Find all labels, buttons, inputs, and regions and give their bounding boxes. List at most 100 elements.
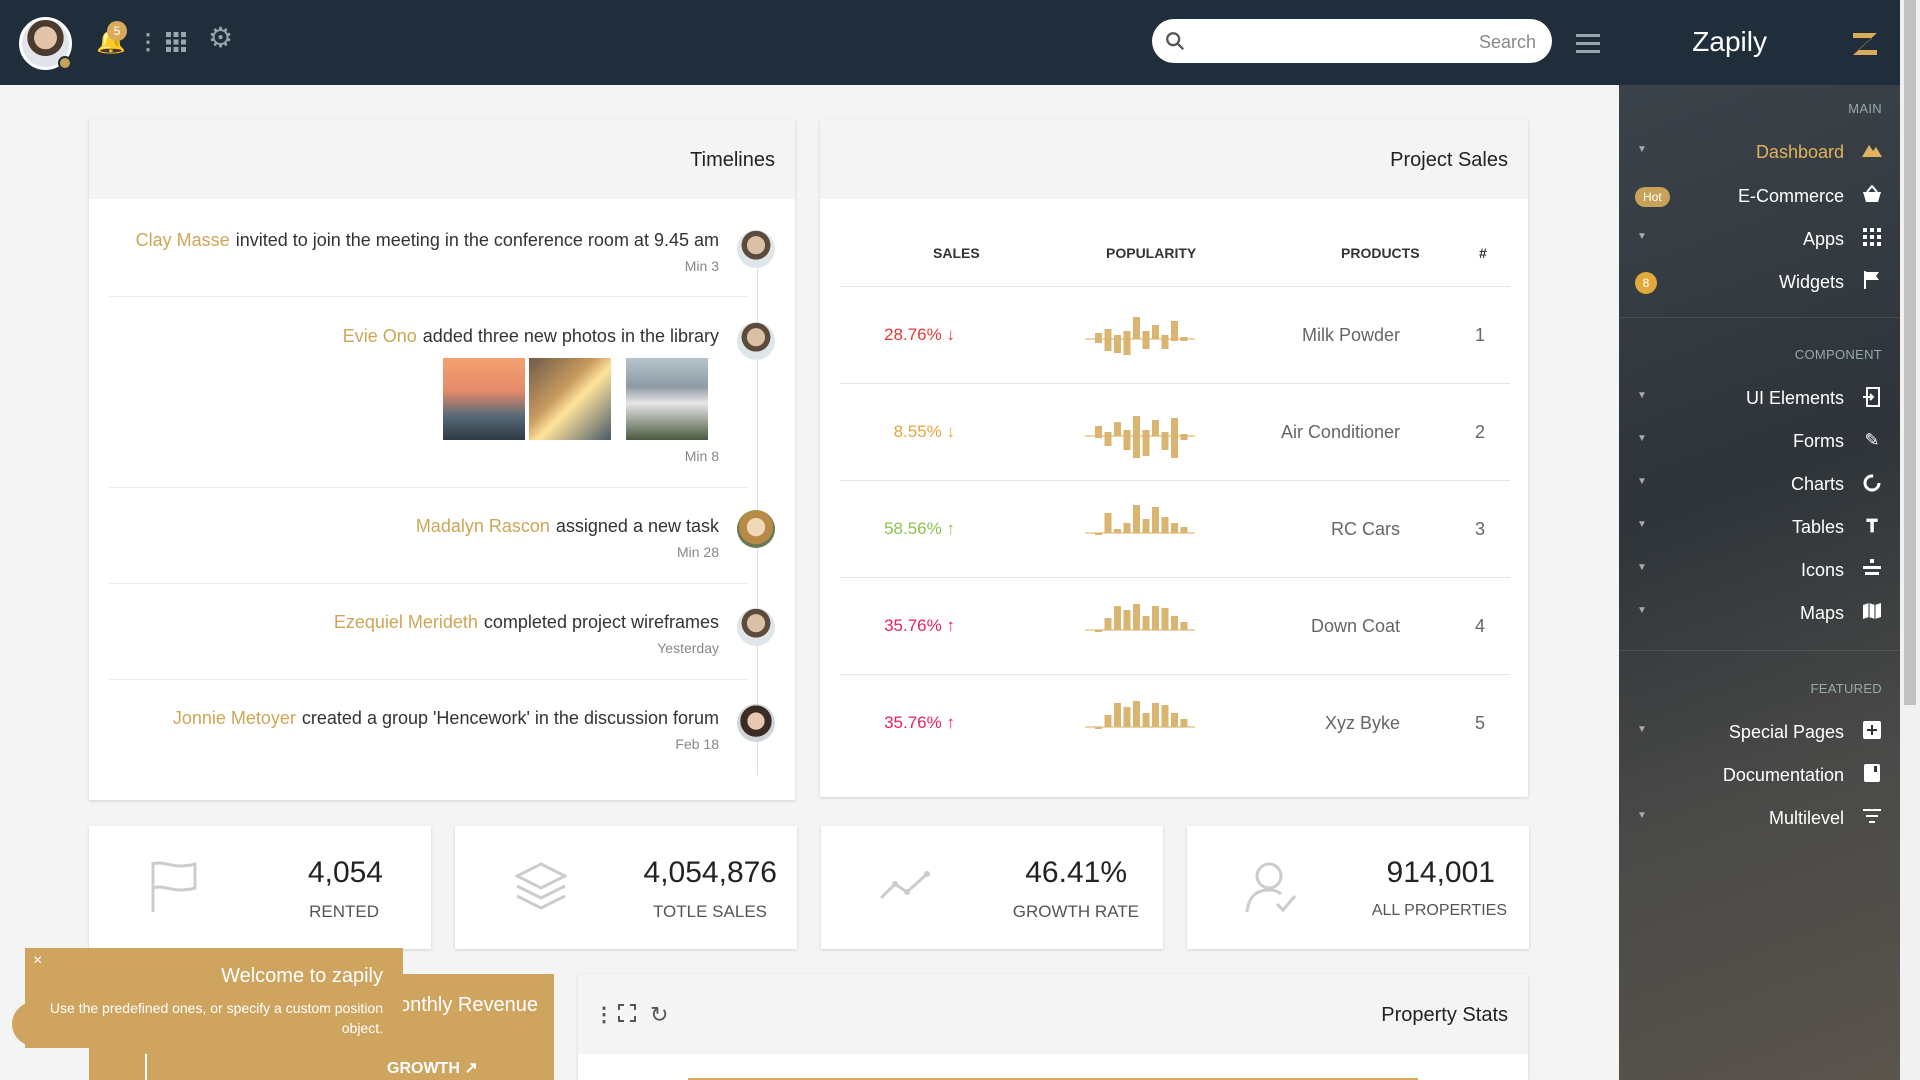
- welcome-toast: × Welcome to zapily Use the predefined o…: [25, 948, 403, 1048]
- photo-thumbnail[interactable]: [626, 358, 708, 440]
- table-row[interactable]: 58.56% ↑ RC Cars 3: [840, 480, 1510, 577]
- sidebar-item-apps[interactable]: ▼ Apps: [1619, 220, 1900, 260]
- product-name: Air Conditioner: [1281, 422, 1400, 443]
- stat-value: 4,054: [308, 856, 383, 890]
- column-header-sales[interactable]: SALES: [933, 245, 980, 261]
- stat-value: 914,001: [1387, 856, 1495, 890]
- timeline-time: Yesterday: [657, 640, 719, 656]
- sparkline-bar: [1143, 616, 1150, 630]
- sales-percent: 28.76% ↓: [884, 325, 955, 345]
- trending-up-icon: ↗: [464, 1060, 477, 1077]
- sparkline-bar: [1162, 705, 1169, 727]
- sparkline-bar: [1181, 622, 1188, 630]
- card-title: Property Stats: [1381, 1004, 1508, 1027]
- sidebar-item-icons[interactable]: ▼ Icons: [1619, 551, 1900, 591]
- sparkline-bar: [1171, 713, 1178, 727]
- sidebar-item-widgets[interactable]: 8 Widgets: [1619, 263, 1900, 303]
- timeline-time: Min 8: [685, 448, 719, 464]
- sparkline-bar: [1105, 513, 1112, 533]
- stat-card-rented: 4,054 RENTED: [89, 826, 431, 949]
- sidebar-item-tables[interactable]: ▼ Tables 𝐓: [1619, 508, 1900, 548]
- gear-icon[interactable]: ⚙: [208, 26, 233, 50]
- more-vertical-icon[interactable]: ⋮: [594, 1002, 614, 1027]
- text-size-icon: 𝐓: [1862, 516, 1882, 536]
- right-sidebar: MAIN ▼ Dashboard Hot E-Commerce ▼ Apps 8…: [1619, 85, 1900, 1080]
- sidebar-item-special-pages[interactable]: ▼ Special Pages: [1619, 713, 1900, 753]
- chart-axis-line: [145, 1054, 147, 1080]
- user-avatar[interactable]: [19, 17, 72, 70]
- photo-thumbnail[interactable]: [443, 358, 525, 440]
- close-icon[interactable]: ×: [33, 952, 42, 970]
- table-row[interactable]: 35.76% ↑ Xyz Byke 5: [840, 674, 1510, 771]
- hamburger-menu-icon[interactable]: [1576, 34, 1600, 58]
- sparkline-bar: [1124, 707, 1131, 727]
- column-header-number[interactable]: #: [1479, 245, 1487, 261]
- sales-percent: 35.76% ↑: [884, 713, 955, 733]
- user-name-link[interactable]: Evie Ono: [343, 326, 417, 346]
- toast-edge: [12, 1002, 48, 1046]
- sidebar-item-label: Maps: [1800, 603, 1844, 624]
- table-row[interactable]: 28.76% ↓ Milk Powder 1: [840, 286, 1510, 383]
- toast-body: Use the predefined ones, or specify a cu…: [43, 998, 383, 1038]
- user-name-link[interactable]: Jonnie Metoyer: [173, 708, 296, 728]
- sparkline-bar: [1133, 701, 1140, 727]
- sparkline-bar: [1171, 321, 1178, 341]
- project-sales-header: Project Sales: [820, 119, 1528, 199]
- sparkline-bar: [1095, 727, 1102, 729]
- sidebar-item-charts[interactable]: ▼ Charts: [1619, 465, 1900, 505]
- fullscreen-icon[interactable]: [618, 1004, 636, 1027]
- sidebar-item-label: Widgets: [1779, 272, 1844, 293]
- avatar[interactable]: [737, 704, 775, 742]
- popularity-sparkline: [1085, 693, 1195, 749]
- sidebar-item-ui-elements[interactable]: ▼ UI Elements: [1619, 379, 1900, 419]
- sidebar-item-forms[interactable]: ▼ Forms ✎: [1619, 422, 1900, 462]
- apps-grid-icon[interactable]: [164, 30, 188, 59]
- table-row[interactable]: 8.55% ↓ Air Conditioner 2: [840, 383, 1510, 480]
- page-scrollbar[interactable]: [1900, 0, 1920, 1080]
- table-row[interactable]: 35.76% ↑ Down Coat 4: [840, 577, 1510, 674]
- sidebar-item-maps[interactable]: ▼ Maps: [1619, 594, 1900, 634]
- product-name: RC Cars: [1331, 519, 1400, 540]
- sidebar-item-documentation[interactable]: Documentation: [1619, 756, 1900, 796]
- trend-arrow-icon: ↓: [947, 325, 956, 344]
- sparkline-bar: [1143, 430, 1150, 456]
- more-vertical-icon[interactable]: ⋮: [137, 30, 159, 54]
- column-header-products[interactable]: PRODUCTS: [1341, 245, 1420, 261]
- sales-value: 35.76%: [884, 616, 942, 635]
- photo-thumbnail[interactable]: [529, 358, 611, 440]
- sparkline-bar: [1114, 422, 1121, 436]
- user-name-link[interactable]: Clay Masse: [136, 230, 230, 250]
- sparkline-bar: [1143, 331, 1150, 349]
- sparkline-bar: [1095, 630, 1102, 632]
- user-name-link[interactable]: Ezequiel Merideth: [334, 612, 478, 632]
- refresh-icon[interactable]: ↻: [650, 1002, 668, 1028]
- avatar[interactable]: [737, 510, 775, 548]
- sparkline-bar: [1124, 331, 1131, 355]
- sparkline-bar: [1124, 430, 1131, 450]
- sparkline-bar: [1152, 420, 1159, 436]
- sidebar-item-multilevel[interactable]: ▼ Multilevel: [1619, 799, 1900, 839]
- sparkline-bar: [1143, 519, 1150, 533]
- stat-caption: TOTLE SALES: [653, 902, 767, 922]
- row-number: 1: [1475, 325, 1485, 346]
- row-number: 2: [1475, 422, 1485, 443]
- product-name: Down Coat: [1311, 616, 1400, 637]
- sidebar-item-ecommerce[interactable]: Hot E-Commerce: [1619, 177, 1900, 217]
- avatar[interactable]: [737, 230, 775, 268]
- chevron-down-icon: ▼: [1637, 231, 1647, 242]
- avatar[interactable]: [737, 322, 775, 360]
- sidebar-item-dashboard[interactable]: ▼ Dashboard: [1619, 133, 1900, 173]
- column-header-popularity[interactable]: POPULARITY: [1106, 245, 1196, 261]
- row-number: 5: [1475, 713, 1485, 734]
- chevron-down-icon: ▼: [1637, 519, 1647, 530]
- search-input[interactable]: Search: [1152, 19, 1552, 63]
- user-name-link[interactable]: Madalyn Rascon: [416, 516, 550, 536]
- sparkline-bar: [1171, 523, 1178, 533]
- sidebar-item-label: Icons: [1801, 560, 1844, 581]
- sparkline-bar: [1171, 418, 1178, 458]
- avatar[interactable]: [737, 608, 775, 646]
- card-title: Project Sales: [1390, 149, 1508, 172]
- stat-card-growth-rate: 46.41% GROWTH RATE: [821, 826, 1163, 949]
- scrollbar-thumb[interactable]: [1904, 0, 1916, 705]
- sidebar-item-label: E-Commerce: [1738, 186, 1844, 207]
